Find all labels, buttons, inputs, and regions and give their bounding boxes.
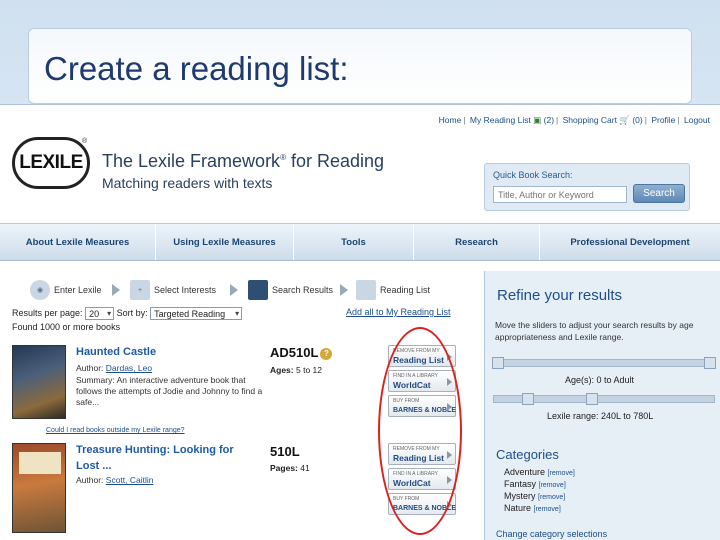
step-search-results: Search Results xyxy=(248,279,333,301)
brand-subtitle: Matching readers with texts xyxy=(102,175,273,191)
step-arrow-icon xyxy=(230,284,238,296)
category-item: Mystery [remove] xyxy=(504,491,566,501)
sort-label: Sort by: xyxy=(116,307,148,318)
logo-registered-mark: ® xyxy=(82,138,88,145)
book-icon xyxy=(248,280,268,300)
stack-icon xyxy=(356,280,376,300)
book-ages: Ages: 5 to 12 xyxy=(270,365,322,375)
nav-tools[interactable]: Tools xyxy=(294,224,414,260)
lexile-slider[interactable] xyxy=(493,393,715,405)
age-slider[interactable] xyxy=(492,357,716,369)
cart-count: (0) xyxy=(632,115,643,125)
lexile-range-label: Lexile range: 240L to 780L xyxy=(547,411,654,421)
age-slider-min-handle[interactable] xyxy=(492,357,504,369)
book-pages: Pages: 41 xyxy=(270,463,310,473)
main-nav: About Lexile Measures Using Lexile Measu… xyxy=(0,223,720,261)
logout-link[interactable]: Logout xyxy=(684,115,710,125)
remove-category-link[interactable]: [remove] xyxy=(534,506,561,513)
refine-description: Move the sliders to adjust your search r… xyxy=(495,320,694,342)
step-arrow-icon xyxy=(112,284,120,296)
book-title-haunted-castle[interactable]: Haunted Castle xyxy=(76,346,156,358)
shopping-cart-link[interactable]: Shopping Cart xyxy=(563,115,617,125)
author-link[interactable]: Dardas, Leo xyxy=(106,363,152,373)
plus-icon: + xyxy=(130,280,150,300)
per-page-select[interactable]: 20 xyxy=(85,307,115,320)
logo-text: LEXILE xyxy=(19,152,83,173)
slide-title: Create a reading list: xyxy=(44,50,349,87)
home-link[interactable]: Home xyxy=(439,115,462,125)
results-controls: Results per page: 20 Sort by: Targeted R… xyxy=(12,307,243,320)
lexile-logo[interactable]: LEXILE xyxy=(12,137,90,189)
category-item: Nature [remove] xyxy=(504,503,561,513)
category-item: Fantasy [remove] xyxy=(504,479,566,489)
outside-range-link[interactable]: Could I read books outside my Lexile ran… xyxy=(46,427,185,434)
step-reading-list: Reading List xyxy=(356,279,430,301)
category-item: Adventure [remove] xyxy=(504,467,575,477)
categories-title: Categories xyxy=(496,447,559,462)
reading-list-link[interactable]: My Reading List xyxy=(470,115,531,125)
add-all-link[interactable]: Add all to My Reading List xyxy=(346,307,451,317)
nav-research[interactable]: Research xyxy=(414,224,540,260)
lexile-measure: 510L xyxy=(270,444,300,459)
book-title-treasure-hunting-cont[interactable]: Lost ... xyxy=(76,460,111,472)
progress-steps: ◉ Enter Lexile + Select Interests Search R… xyxy=(30,279,460,301)
quick-search-label: Quick Book Search: xyxy=(493,170,573,180)
nav-using[interactable]: Using Lexile Measures xyxy=(156,224,294,260)
refine-title: Refine your results xyxy=(497,287,623,304)
book-summary: Summary: An interactive adventure book t… xyxy=(76,375,263,407)
profile-link[interactable]: Profile xyxy=(651,115,675,125)
brand-title: The Lexile Framework® for Reading xyxy=(102,151,385,171)
book-icon: ▣ xyxy=(533,115,542,125)
lexile-measure: AD510L? xyxy=(270,345,333,360)
change-categories-link[interactable]: Change category selections xyxy=(496,529,607,539)
book-author: Author: Scott, Caitlin xyxy=(76,475,154,485)
cover-title-block xyxy=(19,452,61,474)
top-links: Home | My Reading List ▣ (2) | Shopping Ca… xyxy=(438,115,710,125)
quick-search-input[interactable] xyxy=(493,186,627,203)
step-enter-lexile: ◉ Enter Lexile xyxy=(30,279,102,301)
lexile-screenshot: Home | My Reading List ▣ (2) | Shopping Ca… xyxy=(0,104,720,540)
nav-professional-development[interactable]: Professional Development xyxy=(540,224,720,260)
cart-icon: 🛒 xyxy=(619,115,630,125)
lexile-slider-min-handle[interactable] xyxy=(522,393,534,405)
book-author: Author: Dardas, Leo xyxy=(76,363,153,373)
highlight-circle xyxy=(378,327,462,535)
remove-category-link[interactable]: [remove] xyxy=(548,470,575,477)
age-slider-max-handle[interactable] xyxy=(704,357,716,369)
book-cover-haunted-castle[interactable] xyxy=(12,345,66,419)
remove-category-link[interactable]: [remove] xyxy=(539,482,566,489)
per-page-label: Results per page: xyxy=(12,307,83,318)
author-link[interactable]: Scott, Caitlin xyxy=(106,475,154,485)
nav-about[interactable]: About Lexile Measures xyxy=(0,224,156,260)
results-found: Found 1000 or more books xyxy=(12,322,121,332)
remove-category-link[interactable]: [remove] xyxy=(538,494,565,501)
book-title-treasure-hunting[interactable]: Treasure Hunting: Looking for xyxy=(76,444,234,456)
quick-search-button[interactable]: Search xyxy=(633,184,685,203)
lexile-slider-max-handle[interactable] xyxy=(586,393,598,405)
quick-search-box: Quick Book Search: Search xyxy=(484,163,690,211)
step-select-interests: + Select Interests xyxy=(130,279,216,301)
help-icon[interactable]: ? xyxy=(320,347,333,360)
age-range-label: Age(s): 0 to Adult xyxy=(565,375,635,385)
step-arrow-icon xyxy=(340,284,348,296)
sort-select[interactable]: Targeted Reading xyxy=(150,307,243,320)
reading-list-count: (2) xyxy=(543,115,555,125)
book-cover-treasure-hunting[interactable] xyxy=(12,443,66,533)
lexile-step-icon: ◉ xyxy=(30,280,50,300)
